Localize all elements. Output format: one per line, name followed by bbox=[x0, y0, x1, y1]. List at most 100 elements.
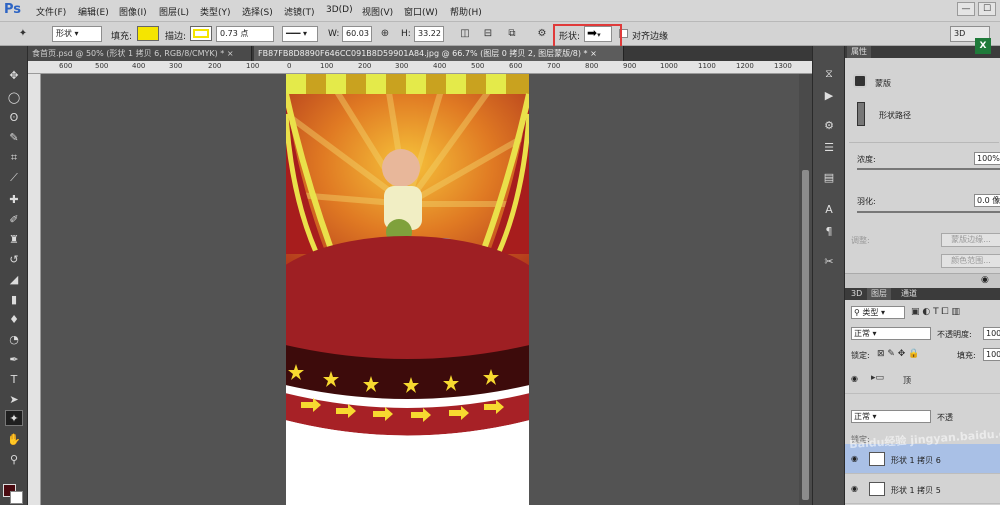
blend-mode-select-2[interactable]: 正常 ▾ bbox=[851, 410, 931, 423]
layer-row[interactable]: ◉ 形状 1 拷贝 5 bbox=[845, 474, 1000, 504]
blend-mode-value: 正常 bbox=[854, 329, 870, 338]
scrollbar-thumb[interactable] bbox=[802, 170, 809, 500]
healing-tool-icon[interactable]: ✚ bbox=[5, 192, 23, 208]
width-value: 60.03 bbox=[346, 29, 369, 38]
tab-doc-psd[interactable]: 食首页.psd @ 50% (形状 1 拷贝 6, RGB/8/CMYK) * … bbox=[28, 46, 252, 61]
ruler-tick: 800 bbox=[585, 62, 599, 70]
menu-image[interactable]: 图像(I) bbox=[119, 5, 147, 18]
tab-layers[interactable]: 图层 bbox=[867, 288, 891, 300]
zoom-tool-icon[interactable]: ⚲ bbox=[5, 452, 23, 468]
maximize-button[interactable]: ☐ bbox=[978, 2, 996, 16]
blur-tool-icon[interactable]: ♦ bbox=[5, 312, 23, 328]
width-field[interactable]: 60.03 bbox=[342, 26, 372, 42]
tab-3d[interactable]: 3D bbox=[847, 288, 866, 300]
workspace-label: 3D bbox=[954, 29, 966, 38]
fill-label: 填充: bbox=[111, 32, 133, 42]
paragraph-panel-icon[interactable]: ¶ bbox=[821, 224, 837, 240]
density-field[interactable]: 100% bbox=[974, 152, 1000, 165]
mode-select[interactable]: 形状 ▾ bbox=[52, 26, 102, 42]
path-select-tool-icon[interactable]: ➤ bbox=[5, 392, 23, 408]
opacity-field[interactable]: 100 bbox=[983, 327, 1000, 340]
swatches-panel-icon[interactable]: ▤ bbox=[821, 170, 837, 186]
feather-field[interactable]: 0.0 像 bbox=[974, 194, 1000, 207]
hand-tool-icon[interactable]: ✋ bbox=[5, 432, 23, 448]
close-icon[interactable]: × bbox=[227, 49, 234, 58]
lock-icons[interactable]: ⊠ ✎ ✥ 🔒 bbox=[877, 349, 919, 359]
canvas-area[interactable] bbox=[41, 74, 799, 505]
mask-title: 蒙版 bbox=[875, 79, 891, 88]
fill-field[interactable]: 100 bbox=[983, 348, 1000, 361]
density-slider[interactable] bbox=[857, 168, 1000, 170]
marquee-tool-icon[interactable]: ◯ bbox=[5, 90, 23, 106]
eyedropper-tool-icon[interactable]: ⟋ bbox=[5, 170, 23, 186]
height-field[interactable]: 33.22 bbox=[414, 26, 444, 42]
type-tool-icon[interactable]: T bbox=[5, 372, 23, 388]
link-icon[interactable]: ⊕ bbox=[378, 27, 392, 41]
menu-file[interactable]: 文件(F) bbox=[36, 5, 66, 18]
history-brush-tool-icon[interactable]: ↺ bbox=[5, 252, 23, 268]
layer-filter-select[interactable]: ⚲ 类型 ▾ bbox=[851, 306, 905, 319]
channels-panel-icon[interactable]: ☰ bbox=[821, 140, 837, 156]
character-panel-icon[interactable]: A bbox=[821, 202, 837, 218]
gradient-tool-icon[interactable]: ▮ bbox=[5, 292, 23, 308]
stroke-type-select[interactable]: ━━━ ▾ bbox=[282, 26, 318, 42]
feather-value: 0.0 像 bbox=[977, 196, 1000, 205]
close-icon[interactable]: × bbox=[590, 49, 597, 58]
color-range-button[interactable]: 颜色范围... bbox=[941, 254, 1000, 268]
menu-help[interactable]: 帮助(H) bbox=[450, 5, 482, 18]
minimize-button[interactable]: — bbox=[957, 2, 975, 16]
custom-shape-tool-icon[interactable]: ✦ bbox=[16, 27, 30, 41]
history-panel-icon[interactable]: ⧖ bbox=[821, 66, 837, 82]
eye-icon[interactable]: ◉ bbox=[851, 454, 858, 463]
mask-edge-button[interactable]: 蒙版边缘... bbox=[941, 233, 1000, 247]
crop-tool-icon[interactable]: ⌗ bbox=[5, 150, 23, 166]
path-alignment-icon[interactable]: ⊟ bbox=[481, 27, 495, 41]
menu-view[interactable]: 视图(V) bbox=[362, 5, 393, 18]
layer-group-name: 顶 bbox=[903, 376, 911, 385]
document-canvas[interactable] bbox=[286, 74, 529, 505]
filter-icons[interactable]: ▣ ◐ T ⧠ ▥ bbox=[911, 307, 960, 317]
brush-tool-icon[interactable]: ✐ bbox=[5, 212, 23, 228]
photoshop-logo: Ps bbox=[4, 2, 22, 17]
blend-mode-select[interactable]: 正常 ▾ bbox=[851, 327, 931, 340]
path-arrangement-icon[interactable]: ⧉ bbox=[505, 27, 519, 41]
tools-preset-panel-icon[interactable]: ✂ bbox=[821, 254, 837, 270]
stroke-width-field[interactable]: 0.73 点 bbox=[216, 26, 274, 42]
tab-properties[interactable]: 属性 bbox=[847, 46, 871, 58]
menu-layer[interactable]: 图层(L) bbox=[159, 5, 189, 18]
layer-group-row[interactable]: ◉ ▸▭ 顶 bbox=[845, 364, 1000, 394]
eye-icon[interactable]: ◉ bbox=[851, 484, 858, 493]
path-operations-icon[interactable]: ◫ bbox=[458, 27, 472, 41]
actions-panel-icon[interactable]: ▶ bbox=[821, 88, 837, 104]
eye-icon[interactable]: ◉ bbox=[981, 275, 989, 285]
menu-type[interactable]: 类型(Y) bbox=[200, 5, 231, 18]
clone-stamp-tool-icon[interactable]: ♜ bbox=[5, 232, 23, 248]
gear-icon[interactable]: ⚙ bbox=[535, 27, 549, 41]
menu-window[interactable]: 窗口(W) bbox=[404, 5, 438, 18]
custom-shape-tool-icon[interactable]: ✦ bbox=[5, 410, 23, 426]
lasso-tool-icon[interactable]: ʘ bbox=[5, 110, 23, 126]
pen-tool-icon[interactable]: ✒ bbox=[5, 352, 23, 368]
eraser-tool-icon[interactable]: ◢ bbox=[5, 272, 23, 288]
menu-select[interactable]: 选择(S) bbox=[242, 5, 273, 18]
quick-select-tool-icon[interactable]: ✎ bbox=[5, 130, 23, 146]
stroke-swatch[interactable] bbox=[190, 26, 212, 41]
adjustments-panel-icon[interactable]: ⚙ bbox=[821, 118, 837, 134]
ruler-tick: 1100 bbox=[698, 62, 716, 70]
excel-icon[interactable]: X bbox=[975, 38, 991, 54]
tab-doc-jpg[interactable]: FB87FB8D8890F646CC091B8D59901A84.jpg @ 6… bbox=[254, 46, 624, 61]
menu-filter[interactable]: 滤镜(T) bbox=[284, 5, 315, 18]
fill-swatch[interactable] bbox=[137, 26, 159, 41]
background-color-swatch[interactable] bbox=[10, 491, 23, 504]
eye-icon[interactable]: ◉ bbox=[851, 374, 858, 383]
feather-label: 羽化: bbox=[857, 197, 876, 206]
menu-3d[interactable]: 3D(D) bbox=[326, 5, 353, 15]
panel-icon-strip: ⧖ ▶ ⚙ ☰ ▤ A ¶ ✂ bbox=[812, 46, 844, 505]
feather-slider[interactable] bbox=[857, 211, 1000, 213]
tab-channels[interactable]: 通道 bbox=[897, 288, 921, 300]
move-tool-icon[interactable]: ✥ bbox=[5, 68, 23, 84]
menu-edit[interactable]: 编辑(E) bbox=[78, 5, 109, 18]
dodge-tool-icon[interactable]: ◔ bbox=[5, 332, 23, 348]
layer-filter-value: 类型 bbox=[862, 308, 879, 317]
ruler-tick: 1200 bbox=[736, 62, 754, 70]
